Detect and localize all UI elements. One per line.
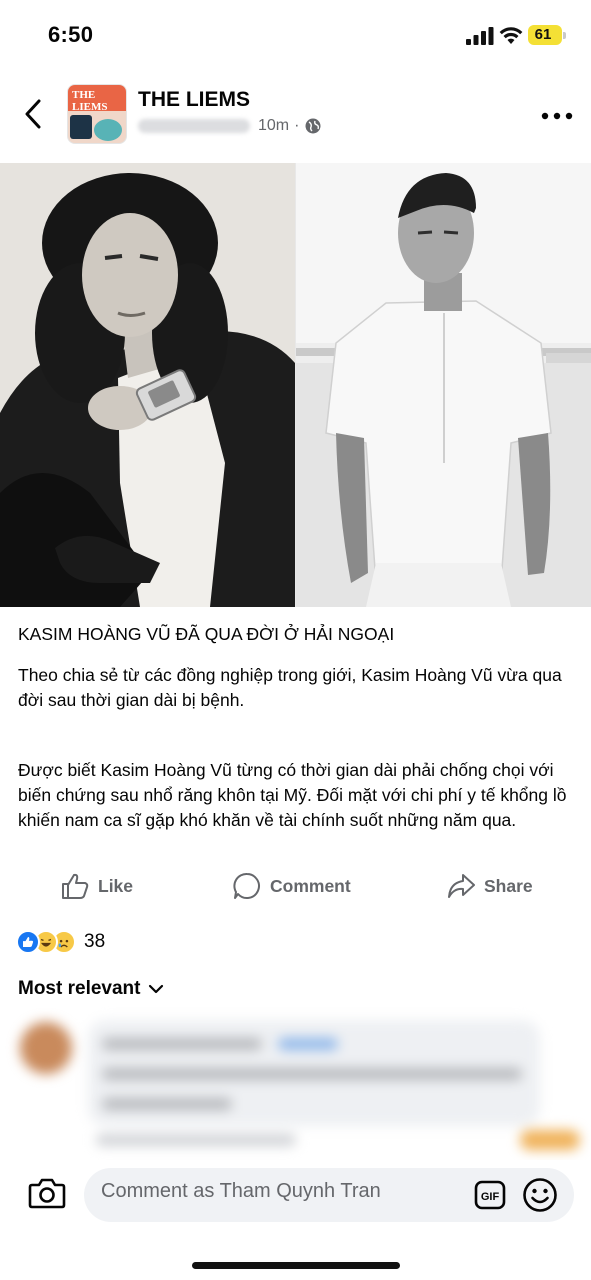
page-name[interactable]: THE LIEMS bbox=[138, 88, 250, 112]
blurred-comment-reactions bbox=[520, 1130, 580, 1150]
comment-sort-dropdown[interactable]: Most relevant bbox=[18, 978, 164, 1000]
status-time: 6:50 bbox=[48, 22, 94, 47]
share-label: Share bbox=[484, 875, 533, 896]
photo-right-illustration bbox=[296, 163, 591, 607]
gif-label: GIF bbox=[481, 1191, 500, 1203]
battery-level: 61 bbox=[534, 26, 552, 43]
back-arrow-icon[interactable] bbox=[18, 96, 50, 132]
photo-left[interactable] bbox=[0, 163, 295, 607]
sort-label: Most relevant bbox=[18, 978, 141, 999]
emoji-icon[interactable] bbox=[522, 1177, 558, 1213]
blurred-comment bbox=[0, 1012, 591, 1162]
blurred-text bbox=[278, 1038, 338, 1050]
like-label: Like bbox=[98, 875, 134, 896]
battery-indicator: 61 bbox=[528, 25, 566, 45]
comment-placeholder: Comment as Tham Quynh Tran bbox=[101, 1180, 381, 1202]
avatar-logo-text: THE LIEMS bbox=[72, 89, 108, 113]
avatar-shape bbox=[94, 119, 122, 141]
post-paragraph: Được biết Kasim Hoàng Vũ từng có thời gi… bbox=[18, 760, 567, 830]
commenter-avatar bbox=[20, 1022, 72, 1074]
comment-bubble-icon bbox=[233, 872, 260, 899]
comment-button[interactable]: Comment bbox=[232, 870, 351, 902]
like-reaction-icon bbox=[16, 930, 40, 954]
gif-icon[interactable]: GIF bbox=[474, 1180, 506, 1210]
like-button[interactable]: Like bbox=[60, 870, 133, 902]
photo-right[interactable] bbox=[296, 163, 591, 607]
comment-label: Comment bbox=[270, 875, 351, 896]
more-options-icon[interactable] bbox=[540, 110, 574, 122]
camera-icon[interactable] bbox=[28, 1176, 66, 1210]
post-headline: KASIM HOÀNG VŨ ĐÃ QUA ĐỜI Ở HẢI NGOẠI bbox=[18, 624, 395, 644]
blurred-text bbox=[102, 1068, 522, 1080]
byline-separator: · bbox=[294, 117, 300, 134]
comment-bubble bbox=[88, 1020, 540, 1126]
photo-left-illustration bbox=[0, 163, 295, 607]
thumbs-up-icon bbox=[62, 873, 89, 899]
page-avatar[interactable]: THE LIEMS bbox=[67, 84, 127, 144]
cellular-signal-icon bbox=[466, 27, 494, 45]
post-actions: Like Comment Share bbox=[0, 866, 591, 906]
status-bar: 6:50 61 bbox=[0, 0, 591, 70]
home-indicator[interactable] bbox=[192, 1262, 400, 1269]
share-arrow-icon bbox=[448, 874, 475, 898]
blurred-author-name bbox=[138, 119, 250, 133]
post-photos bbox=[0, 163, 591, 607]
blurred-comment-actions bbox=[96, 1134, 296, 1146]
post-header: THE LIEMS THE LIEMS 10m · bbox=[0, 72, 591, 162]
globe-icon bbox=[305, 118, 321, 134]
blurred-text bbox=[102, 1098, 232, 1110]
reactions-summary[interactable]: 38 bbox=[16, 928, 105, 956]
battery-cap bbox=[563, 32, 566, 39]
post-timestamp[interactable]: 10m bbox=[258, 117, 289, 135]
wifi-icon bbox=[499, 27, 523, 44]
post-byline: 10m · bbox=[138, 116, 321, 136]
post-paragraph: Theo chia sẻ từ các đồng nghiệp trong gi… bbox=[18, 665, 562, 710]
blurred-text bbox=[102, 1038, 262, 1050]
reaction-count: 38 bbox=[84, 931, 106, 952]
share-button[interactable]: Share bbox=[446, 870, 533, 902]
chevron-down-icon bbox=[149, 984, 164, 994]
avatar-shape bbox=[70, 115, 92, 139]
comment-composer: Comment as Tham Quynh Tran GIF bbox=[0, 1160, 591, 1230]
